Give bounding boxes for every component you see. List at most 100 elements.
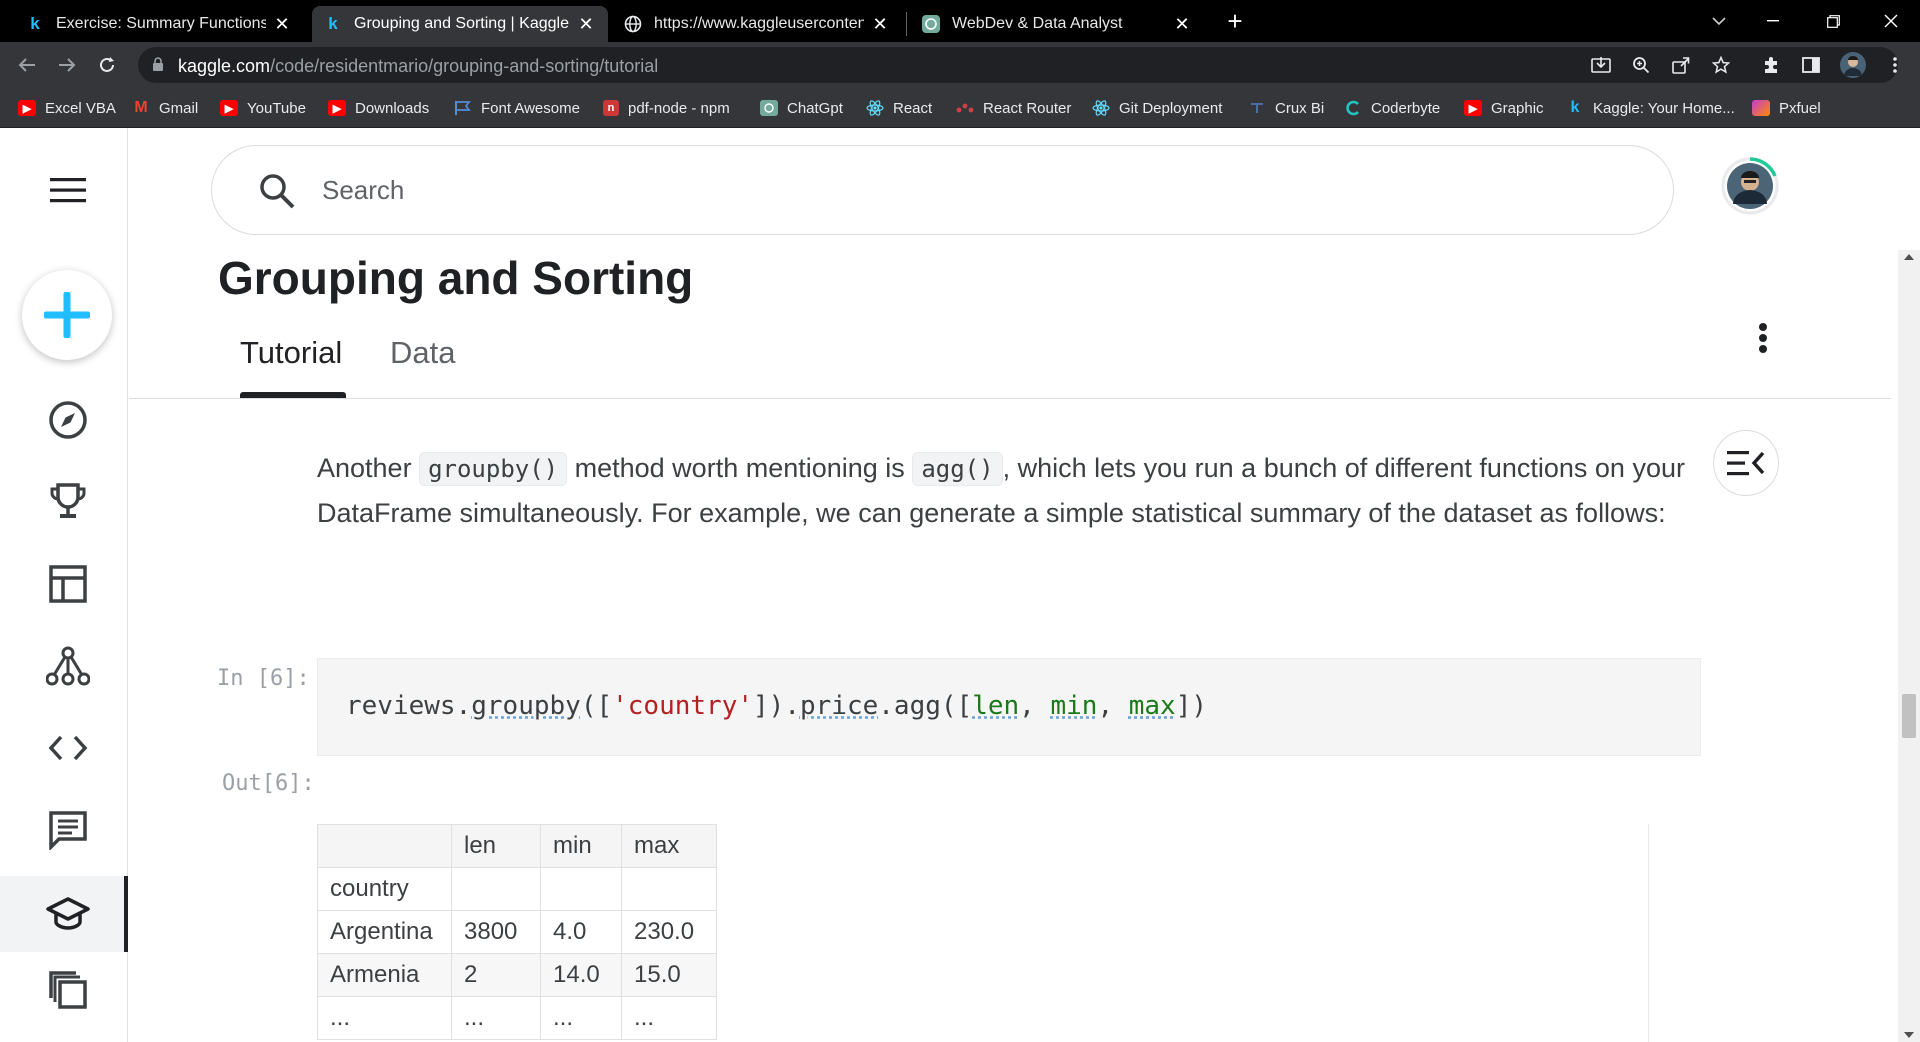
search-bar[interactable] xyxy=(211,145,1674,235)
table-index-row: country xyxy=(317,867,717,911)
kaggle-icon: k xyxy=(1570,99,1580,116)
back-arrow-icon[interactable] xyxy=(12,50,42,80)
table-header-cell xyxy=(540,867,622,911)
tabs-divider xyxy=(129,398,1891,399)
install-app-icon[interactable] xyxy=(1586,50,1616,80)
bookmark-coderbyte[interactable]: Coderbyte xyxy=(1344,97,1440,119)
close-icon[interactable]: ✕ xyxy=(1172,14,1192,35)
pxfuel-icon xyxy=(1752,100,1770,116)
bookmark-gmail[interactable]: M Gmail xyxy=(132,97,198,119)
bookmark-pxfuel[interactable]: Pxfuel xyxy=(1752,97,1821,119)
table-of-contents-button[interactable] xyxy=(1713,430,1779,496)
bookmark-git-deployment[interactable]: Git Deployment xyxy=(1092,97,1222,119)
more-options-icon[interactable] xyxy=(1748,320,1767,370)
scroll-up-arrow-icon[interactable] xyxy=(1904,254,1914,260)
trophy-icon[interactable] xyxy=(40,474,96,530)
browser-tab[interactable]: WebDev & Data Analyst ✕ xyxy=(910,6,1204,42)
coderbyte-icon xyxy=(1344,100,1362,116)
bookmark-react[interactable]: React xyxy=(866,97,932,119)
more-pages-icon[interactable] xyxy=(40,962,96,1018)
gmail-icon: M xyxy=(134,99,148,116)
bookmark-excel-vba[interactable]: ▶ Excel VBA xyxy=(18,97,116,119)
scroll-down-arrow-icon[interactable] xyxy=(1904,1032,1914,1038)
bookmark-youtube[interactable]: ▶ YouTube xyxy=(220,97,306,119)
extensions-icon[interactable] xyxy=(1756,50,1786,80)
new-tab-button[interactable]: + xyxy=(1220,6,1250,36)
browser-tab[interactable]: k Exercise: Summary Functions and ✕ xyxy=(14,6,304,42)
compass-icon[interactable] xyxy=(40,392,96,448)
browser-menu-icon[interactable] xyxy=(1880,50,1910,80)
url-text: kaggle.com/code/residentmario/grouping-a… xyxy=(178,56,658,77)
minimize-button[interactable] xyxy=(1750,0,1796,42)
youtube-icon: ▶ xyxy=(328,100,346,116)
bookmark-react-router[interactable]: React Router xyxy=(956,97,1071,119)
discussion-icon[interactable] xyxy=(40,802,96,858)
input-prompt: In [6]: xyxy=(217,666,310,691)
table-cell: 3800 xyxy=(451,910,541,954)
browser-tab-active[interactable]: k Grouping and Sorting | Kaggle ✕ xyxy=(312,6,608,42)
code-token-builtin: min xyxy=(1050,691,1098,721)
star-icon[interactable] xyxy=(1706,50,1736,80)
bookmark-chatgpt[interactable]: ChatGpt xyxy=(760,97,843,119)
table-cell: 2 xyxy=(451,953,541,997)
learn-graduation-cap-icon[interactable] xyxy=(40,886,96,942)
code-icon[interactable] xyxy=(40,720,96,776)
globe-icon xyxy=(624,15,642,33)
hamburger-menu-icon[interactable] xyxy=(40,162,96,218)
create-button[interactable] xyxy=(22,270,112,360)
tab-tutorial[interactable]: Tutorial xyxy=(240,335,342,371)
bookmark-font-awesome[interactable]: Font Awesome xyxy=(454,97,580,119)
lock-icon xyxy=(153,57,163,71)
youtube-icon: ▶ xyxy=(1464,100,1482,116)
bookmark-pdf-node[interactable]: n pdf-node - npm xyxy=(603,97,730,119)
address-bar[interactable]: kaggle.com/code/residentmario/grouping-a… xyxy=(138,47,1898,83)
restore-button[interactable] xyxy=(1810,0,1856,42)
code-token: , xyxy=(1097,691,1129,721)
bookmark-crux-bi[interactable]: Crux Bi xyxy=(1248,97,1324,119)
zoom-icon[interactable] xyxy=(1626,50,1656,80)
close-icon[interactable]: ✕ xyxy=(272,14,292,35)
code-token: reviews. xyxy=(346,691,472,721)
tutorial-paragraph: Another groupby() method worth mentionin… xyxy=(317,446,1687,535)
inline-code-agg: agg() xyxy=(912,452,1003,486)
code-token: , xyxy=(1019,691,1051,721)
models-icon[interactable] xyxy=(40,638,96,694)
tab-data[interactable]: Data xyxy=(390,335,455,371)
search-input[interactable] xyxy=(322,170,1622,210)
reload-icon[interactable] xyxy=(92,50,122,80)
bookmark-downloads[interactable]: ▶ Downloads xyxy=(328,97,429,119)
bookmark-label: pdf-node - npm xyxy=(628,99,730,117)
profile-avatar[interactable] xyxy=(1838,50,1868,80)
bookmark-label: YouTube xyxy=(247,99,306,117)
url-host: kaggle.com xyxy=(178,56,271,76)
bookmark-label: Crux Bi xyxy=(1275,99,1325,117)
code-cell[interactable]: reviews.groupby(['country']).price.agg([… xyxy=(317,658,1701,756)
browser-tab[interactable]: https://www.kaggleusercontent.c ✕ xyxy=(612,6,902,42)
page-scrollbar[interactable] xyxy=(1898,250,1920,1042)
close-icon[interactable]: ✕ xyxy=(576,14,596,35)
share-icon[interactable] xyxy=(1666,50,1696,80)
scrollbar-thumb[interactable] xyxy=(1902,694,1916,738)
forward-arrow-icon[interactable] xyxy=(52,50,82,80)
chatgpt-icon xyxy=(922,15,940,33)
datasets-table-icon[interactable] xyxy=(40,556,96,612)
bookmark-graphic[interactable]: ▶ Graphic xyxy=(1464,97,1544,119)
search-icon xyxy=(260,174,295,209)
page-title: Grouping and Sorting xyxy=(218,252,694,304)
table-index-name: country xyxy=(317,867,452,911)
code-token: ]). xyxy=(753,691,800,721)
bookmark-kaggle[interactable]: k Kaggle: Your Home... xyxy=(1566,97,1735,119)
code-token-method: groupby xyxy=(471,691,581,721)
react-icon xyxy=(1092,100,1110,116)
close-window-button[interactable] xyxy=(1868,0,1914,42)
tab-search-chevron-icon[interactable] xyxy=(1696,0,1742,42)
side-panel-icon[interactable] xyxy=(1796,50,1826,80)
close-icon[interactable]: ✕ xyxy=(870,14,890,35)
table-header-cell: max xyxy=(621,824,717,868)
bookmark-label: React Router xyxy=(983,99,1072,117)
user-avatar[interactable] xyxy=(1721,157,1779,216)
output-dataframe-table: len min max country Argentina 3800 4.0 2… xyxy=(317,824,717,1040)
bookmark-label: Kaggle: Your Home... xyxy=(1593,99,1735,117)
code-token-string: 'country' xyxy=(612,691,754,721)
bookmarks-bar: ▶ Excel VBA M Gmail ▶ YouTube ▶ Download… xyxy=(0,88,1920,128)
